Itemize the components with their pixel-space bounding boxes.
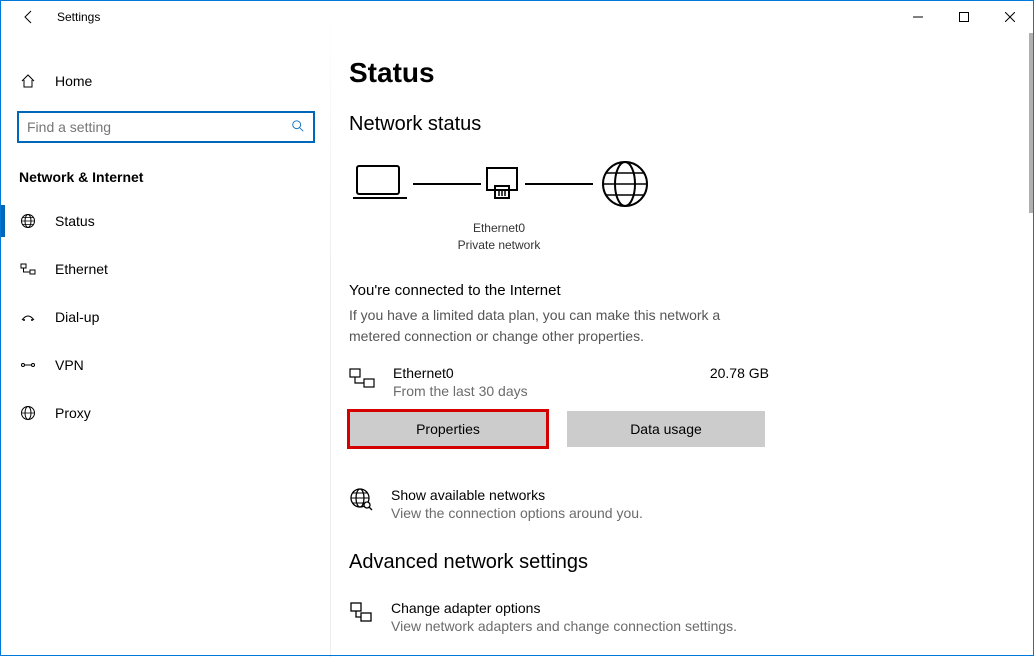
change-adapter-options[interactable]: Change adapter options View network adap… (349, 600, 1033, 634)
available-sub: View the connection options around you. (391, 505, 643, 521)
network-diagram (353, 156, 1033, 212)
arrow-left-icon (21, 9, 37, 25)
data-usage-button[interactable]: Data usage (567, 411, 765, 447)
page-title: Status (349, 57, 1033, 89)
adapter-usage: 20.78 GB (710, 365, 769, 381)
sidebar-item-label: Status (55, 213, 95, 229)
sidebar-item-ethernet[interactable]: Ethernet (1, 245, 331, 293)
adapter-name: Ethernet0 (393, 365, 692, 381)
sidebar-item-proxy[interactable]: Proxy (1, 389, 331, 437)
connected-subtitle: If you have a limited data plan, you can… (349, 305, 769, 347)
search-placeholder: Find a setting (27, 119, 111, 135)
sidebar-item-status[interactable]: Status (1, 197, 331, 245)
globe-search-icon (349, 487, 373, 511)
sidebar-item-label: Ethernet (55, 261, 108, 277)
scrollbar[interactable] (1029, 33, 1033, 213)
window-title: Settings (57, 10, 100, 24)
diagram-adapter-name: Ethernet0 (349, 220, 649, 237)
ethernet-icon (19, 260, 37, 278)
sidebar-item-vpn[interactable]: VPN (1, 341, 331, 389)
diagram-labels: Ethernet0 Private network (349, 220, 649, 254)
vpn-icon (19, 356, 37, 374)
close-icon (1005, 12, 1015, 22)
properties-button[interactable]: Properties (349, 411, 547, 447)
dialup-icon (19, 308, 37, 326)
globe-icon (19, 212, 37, 230)
close-button[interactable] (987, 1, 1033, 33)
home-nav[interactable]: Home (1, 61, 331, 101)
available-title: Show available networks (391, 487, 643, 503)
adapter-sub: From the last 30 days (393, 383, 692, 399)
connected-title: You're connected to the Internet (349, 282, 1033, 299)
minimize-icon (913, 12, 923, 22)
sidebar-item-dialup[interactable]: Dial-up (1, 293, 331, 341)
minimize-button[interactable] (895, 1, 941, 33)
sidebar-item-label: VPN (55, 357, 84, 373)
section-advanced: Advanced network settings (349, 551, 1033, 574)
home-label: Home (55, 73, 92, 89)
section-network-status: Network status (349, 113, 1033, 136)
diagram-network-type: Private network (349, 237, 649, 254)
sidebar: Home Find a setting Network & Internet S… (1, 33, 331, 657)
sidebar-item-label: Dial-up (55, 309, 99, 325)
adapter-options-sub: View network adapters and change connect… (391, 618, 737, 634)
adapter-row: Ethernet0 From the last 30 days 20.78 GB (349, 365, 769, 399)
show-available-networks[interactable]: Show available networks View the connect… (349, 487, 1033, 521)
maximize-button[interactable] (941, 1, 987, 33)
back-button[interactable] (9, 1, 49, 33)
search-icon (291, 119, 305, 136)
sidebar-item-label: Proxy (55, 405, 91, 421)
adapter-options-title: Change adapter options (391, 600, 737, 616)
adapter-icon (349, 365, 375, 391)
sidebar-group-title: Network & Internet (1, 151, 331, 197)
home-icon (19, 72, 37, 90)
adapter-options-icon (349, 600, 373, 624)
search-input[interactable]: Find a setting (17, 111, 315, 143)
maximize-icon (959, 12, 969, 22)
main-content: Status Network status Eth (331, 33, 1033, 657)
proxy-icon (19, 404, 37, 422)
